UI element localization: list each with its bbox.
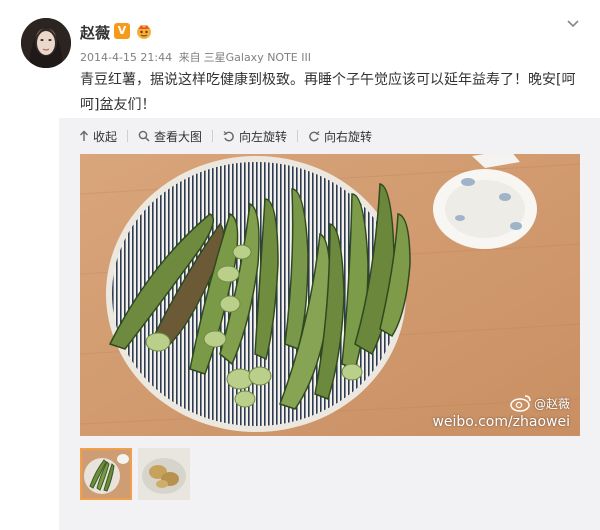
post-meta: 2014-4-15 21:44 来自 三星Galaxy NOTE III — [80, 49, 314, 65]
media-toolbar: 收起 查看大图 向左旋转 向右旋转 — [59, 118, 600, 154]
avatar[interactable] — [21, 18, 71, 68]
crown-icon — [137, 25, 151, 39]
view-large-label: 查看大图 — [154, 129, 203, 144]
rotate-left-icon — [223, 131, 234, 142]
collapse-button[interactable]: 收起 — [79, 128, 117, 145]
thumbnail-1-selected[interactable] — [80, 448, 132, 500]
rotate-left-label: 向左旋转 — [239, 129, 288, 144]
source-device[interactable]: 三星Galaxy NOTE III — [204, 51, 311, 64]
rotate-left-button[interactable]: 向左旋转 — [223, 128, 287, 145]
magnifier-icon — [138, 130, 150, 142]
rotate-right-icon — [309, 131, 320, 142]
chevron-down-icon[interactable] — [566, 18, 580, 30]
rotate-right-label: 向右旋转 — [324, 129, 373, 144]
thumbnail-2[interactable] — [138, 448, 190, 500]
media-panel: 收起 查看大图 向左旋转 向右旋转 @赵薇 weibo.com/zhaowei — [59, 118, 600, 530]
post-timestamp[interactable]: 2014-4-15 21:44 — [80, 51, 172, 64]
photo-watermark: @赵薇 weibo.com/zhaowei — [432, 394, 570, 430]
watermark-user: @赵薇 — [533, 396, 570, 411]
collapse-arrow-icon — [80, 130, 88, 141]
weibo-post-card: 赵薇 V 2014-4-15 21:44 来自 三星Galaxy NOTE III… — [0, 0, 600, 530]
collapse-label: 收起 — [93, 129, 118, 144]
toolbar-divider — [127, 130, 129, 142]
watermark-url: weibo.com/zhaowei — [432, 414, 570, 430]
weibo-logo-icon — [510, 395, 531, 412]
view-large-button[interactable]: 查看大图 — [138, 128, 202, 145]
toolbar-divider — [297, 130, 299, 142]
post-text: 青豆红薯，据说这样吃健康到极致。再睡个子午觉应该可以延年益寿了！晚安[呵呵]盆友… — [80, 72, 576, 113]
author-name[interactable]: 赵薇 — [80, 22, 110, 43]
toolbar-divider — [212, 130, 214, 142]
post-photo[interactable]: @赵薇 weibo.com/zhaowei — [80, 154, 580, 436]
rotate-right-button[interactable]: 向右旋转 — [308, 128, 372, 145]
verified-v-icon: V — [114, 23, 130, 39]
source-prefix: 来自 — [178, 51, 201, 64]
